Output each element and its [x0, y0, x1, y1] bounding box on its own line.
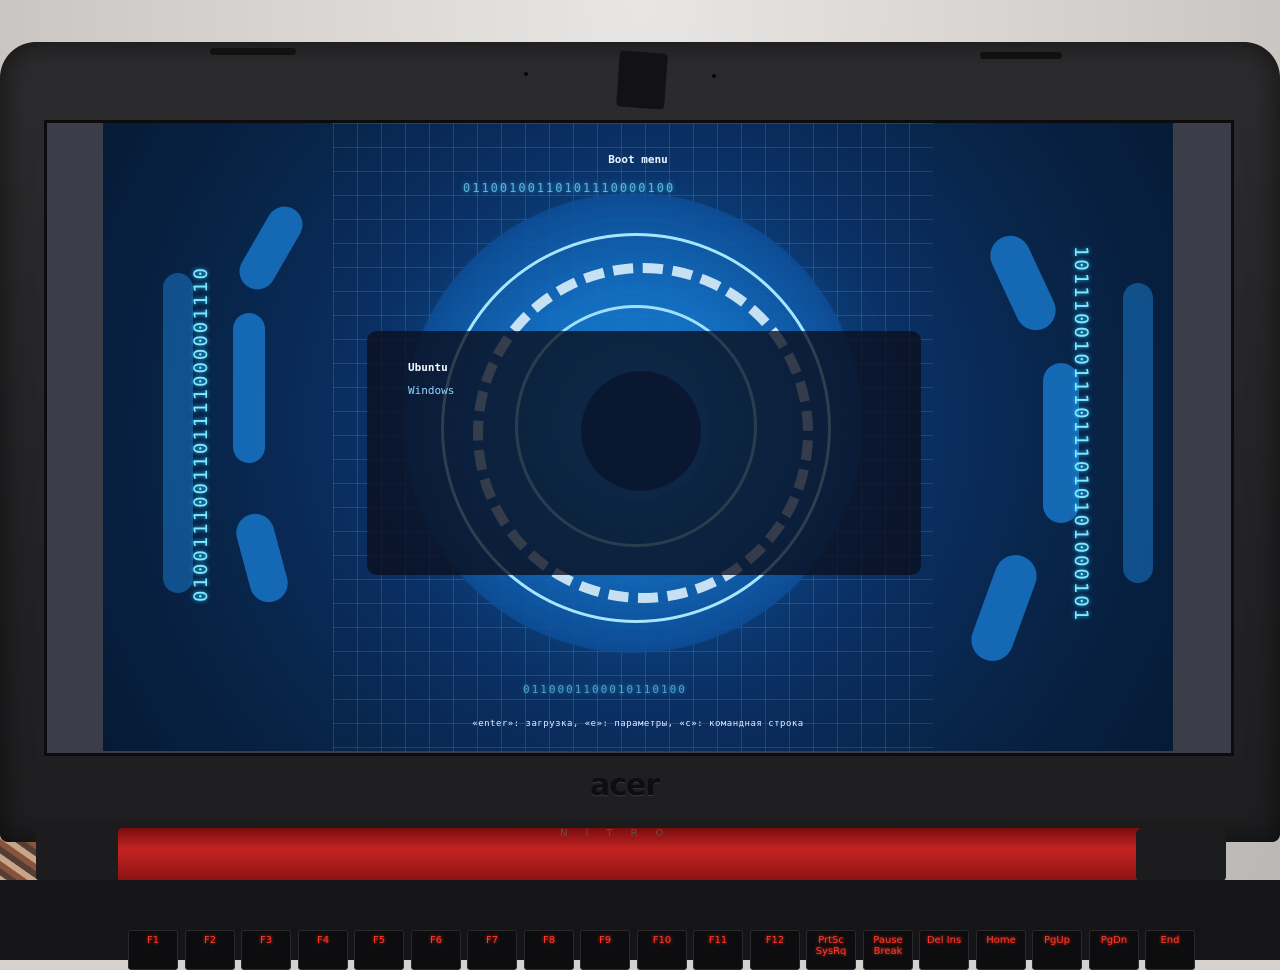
deco-pill	[233, 313, 265, 463]
key-prtsc-sysrq[interactable]: PrtSc SysRq	[806, 930, 856, 970]
key-f9[interactable]: F9	[580, 930, 630, 970]
binary-arc-bottom: 0110001100010110100	[523, 683, 687, 696]
key-f7[interactable]: F7	[467, 930, 517, 970]
key-f12[interactable]: F12	[750, 930, 800, 970]
nitro-label: NITRO	[560, 828, 682, 839]
key-f8[interactable]: F8	[524, 930, 574, 970]
key-f11[interactable]: F11	[693, 930, 743, 970]
boot-entry-windows[interactable]: Windows	[408, 384, 454, 397]
key-home[interactable]: Home	[976, 930, 1026, 970]
top-vent-left	[210, 48, 296, 55]
key-pgup[interactable]: PgUp	[1032, 930, 1082, 970]
key-del-ins[interactable]: Del Ins	[919, 930, 969, 970]
key-f3[interactable]: F3	[241, 930, 291, 970]
key-end[interactable]: End	[1145, 930, 1195, 970]
key-pause-break[interactable]: Pause Break	[863, 930, 913, 970]
boot-menu-display: 0100111001101111000001110 10111001011101…	[103, 123, 1173, 751]
boot-entry-ubuntu[interactable]: Ubuntu	[408, 361, 448, 374]
acer-logo: acer	[590, 768, 660, 803]
deco-pill	[232, 509, 292, 607]
hinge-right	[1136, 828, 1226, 882]
top-vent-right	[980, 52, 1062, 59]
key-f1[interactable]: F1	[128, 930, 178, 970]
mic-dot-left	[524, 72, 528, 76]
key-f5[interactable]: F5	[354, 930, 404, 970]
mic-dot-right	[712, 74, 716, 78]
deco-pill	[232, 200, 310, 296]
binary-arc-top: 01100100110101110000100	[463, 181, 676, 195]
key-f4[interactable]: F4	[298, 930, 348, 970]
binary-column-left: 0100111001101111000001110	[189, 266, 212, 602]
hinge-left	[36, 828, 126, 882]
boot-menu-panel	[367, 331, 921, 575]
key-pgdn[interactable]: PgDn	[1089, 930, 1139, 970]
laptop-screen: 0100111001101111000001110 10111001011101…	[44, 120, 1234, 756]
deco-pill	[965, 549, 1043, 667]
key-f6[interactable]: F6	[411, 930, 461, 970]
webcam-cover	[616, 50, 668, 110]
deco-pill	[983, 229, 1063, 337]
key-f2[interactable]: F2	[185, 930, 235, 970]
boot-menu-title: Boot menu	[608, 153, 668, 166]
binary-column-right: 1011100101110111010101000101	[1070, 245, 1093, 623]
boot-menu-hint: «enter»: загрузка, «e»: параметры, «c»: …	[472, 719, 804, 729]
key-f10[interactable]: F10	[637, 930, 687, 970]
deco-pill	[163, 273, 193, 593]
deco-pill	[1123, 283, 1153, 583]
